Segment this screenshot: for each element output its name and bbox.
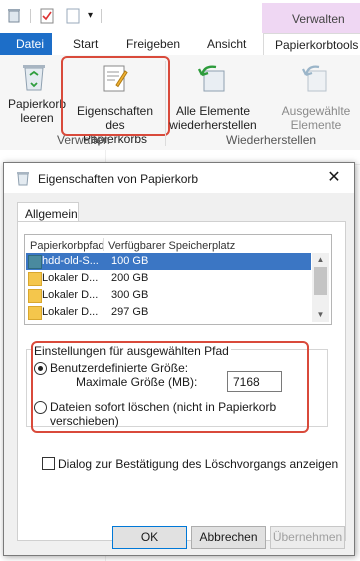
scroll-thumb[interactable] (314, 267, 327, 295)
ok-button[interactable]: OK (112, 526, 187, 549)
close-icon[interactable]: ✕ (324, 168, 344, 188)
list-item[interactable]: Lokaler D... 300 GB (26, 287, 311, 304)
list-item[interactable]: Lokaler D... 297 GB (26, 304, 311, 321)
highlight-box (31, 341, 309, 433)
tab-recycle-bin-tools[interactable]: Papierkorbtools (263, 33, 360, 56)
list-item-size: 297 GB (111, 306, 149, 318)
group-separator (165, 61, 166, 146)
folder-icon (28, 306, 42, 320)
list-item-path: hdd-old-S... (42, 255, 99, 267)
empty-recycle-bin-label: Papierkorb leeren (7, 97, 67, 125)
tab-view[interactable]: Ansicht (207, 37, 246, 51)
column-header-path[interactable]: Papierkorbpfad (30, 240, 105, 252)
context-tab-label: Verwalten (292, 12, 345, 26)
group-manage-label: Verwalten (57, 133, 110, 147)
scroll-up-icon[interactable]: ▲ (312, 253, 329, 267)
recycle-bin-icon (16, 171, 30, 186)
properties-icon[interactable] (40, 8, 54, 24)
cancel-button[interactable]: Abbrechen (191, 526, 266, 549)
ribbon: Papierkorb leeren Eigenschaften des Papi… (0, 55, 360, 151)
highlight-box (61, 56, 170, 136)
group-restore-label: Wiederherstellen (226, 133, 317, 147)
column-divider (103, 238, 104, 251)
list-item[interactable]: Lokaler D... 200 GB (26, 270, 311, 287)
folder-icon (28, 272, 42, 286)
list-item-size: 200 GB (111, 272, 149, 284)
new-folder-icon[interactable] (66, 8, 80, 24)
dialog-title-bar: Eigenschaften von Papierkorb ✕ (4, 163, 354, 193)
recycle-bin-icon[interactable] (8, 9, 20, 23)
folder-icon (28, 289, 42, 303)
tab-file[interactable]: Datei (0, 33, 52, 55)
restore-all-button[interactable]: Alle Elemente wiederherstellen (168, 61, 257, 132)
separator (101, 9, 102, 23)
restore-all-label: Alle Elemente wiederherstellen (169, 104, 257, 132)
restore-selected-button[interactable]: Ausgewählte Elemente wiederherstellen (258, 61, 360, 131)
list-item-path: Lokaler D... (42, 306, 99, 318)
confirm-delete-checkbox[interactable] (42, 457, 55, 470)
column-header-space[interactable]: Verfügbarer Speicherplatz (108, 240, 235, 252)
ribbon-tabs: Datei Start Freigeben Ansicht Papierkorb… (0, 33, 360, 56)
recycle-bin-locations-list[interactable]: Papierkorbpfad Verfügbarer Speicherplatz… (24, 234, 332, 325)
list-scrollbar[interactable]: ▲ ▼ (312, 253, 329, 322)
recycle-bin-icon (22, 63, 46, 91)
tab-share[interactable]: Freigeben (126, 37, 180, 51)
list-item[interactable]: hdd-old-S... 100 GB (26, 253, 311, 270)
restore-selected-icon (302, 63, 328, 93)
context-tab-header: Verwalten (262, 3, 360, 33)
empty-recycle-bin-button[interactable]: Papierkorb leeren (4, 61, 66, 131)
scroll-down-icon[interactable]: ▼ (312, 308, 329, 322)
list-item-size: 300 GB (111, 289, 149, 301)
restore-selected-label: Ausgewählte Elemente wiederherstellen (281, 104, 351, 131)
tab-file-label: Datei (16, 37, 45, 51)
restore-all-icon (197, 63, 226, 93)
tab-recycle-bin-tools-label: Papierkorbtools (275, 38, 359, 52)
confirm-delete-label: Dialog zur Bestätigung des Löschvorgangs… (58, 457, 339, 471)
list-item-size: 100 GB (111, 255, 149, 267)
tab-general[interactable]: Allgemein (17, 202, 79, 222)
customize-toolbar-dropdown-icon[interactable]: ▾ (88, 10, 93, 21)
apply-button[interactable]: Übernehmen (270, 526, 345, 549)
tab-home[interactable]: Start (73, 37, 98, 51)
properties-dialog: Eigenschaften von Papierkorb ✕ Allgemein… (3, 162, 355, 556)
dialog-title: Eigenschaften von Papierkorb (38, 172, 199, 186)
tab-general-label: Allgemein (25, 207, 78, 221)
separator (30, 9, 31, 23)
drive-icon (28, 255, 42, 269)
list-item-path: Lokaler D... (42, 272, 99, 284)
list-item-path: Lokaler D... (42, 289, 99, 301)
